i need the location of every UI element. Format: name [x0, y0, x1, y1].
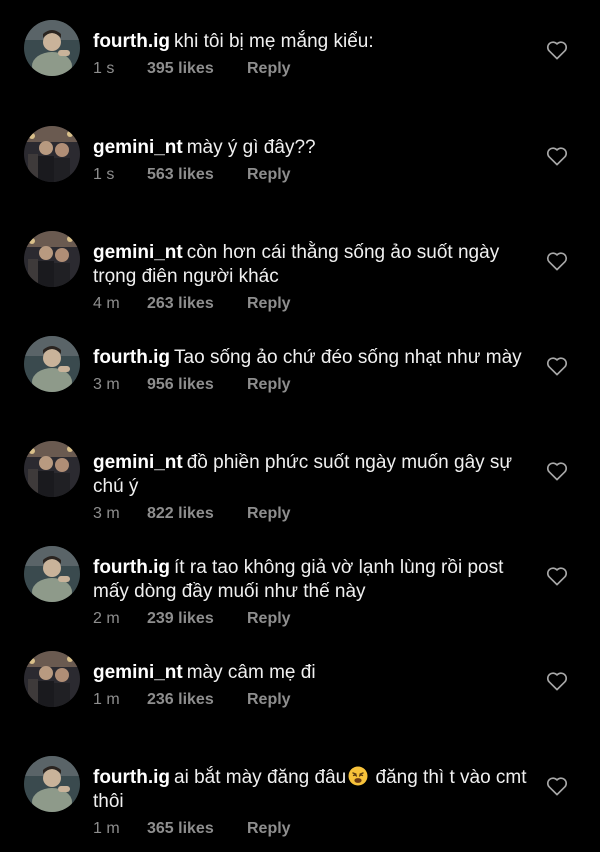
reply-button[interactable]: Reply: [247, 293, 291, 315]
comment-time: 1 m: [93, 820, 120, 837]
likes-count[interactable]: 365 likes: [147, 818, 247, 840]
weary-face-icon: [348, 766, 368, 786]
avatar-fourth[interactable]: [24, 756, 80, 812]
avatar-fourth[interactable]: [24, 336, 80, 392]
username[interactable]: gemini_nt: [93, 137, 183, 158]
username[interactable]: fourth.ig: [93, 31, 170, 52]
likes-count[interactable]: 563 likes: [147, 164, 247, 186]
comment-text: khi tôi bị mẹ mắng kiểu:: [174, 31, 374, 52]
avatar-fourth[interactable]: [24, 20, 80, 76]
heart-icon[interactable]: [546, 461, 568, 481]
comment-text: mày ý gì đây??: [186, 137, 316, 158]
comment-meta: 3 m 822 likes Reply: [93, 503, 533, 525]
comment-body: fourth.ig Tao sống ảo chứ đéo sống nhạt n…: [93, 346, 533, 396]
likes-count[interactable]: 236 likes: [147, 689, 247, 711]
comment-body: gemini_nt đồ phiền phức suốt ngày muốn gâ…: [93, 451, 533, 525]
heart-icon[interactable]: [546, 671, 568, 691]
comment-text-before: ai bắt mày đăng đâu: [174, 767, 347, 788]
likes-count[interactable]: 395 likes: [147, 58, 247, 80]
comment-time: 1 m: [93, 691, 120, 708]
username[interactable]: fourth.ig: [93, 767, 170, 788]
reply-button[interactable]: Reply: [247, 503, 291, 525]
comment-meta: 2 m 239 likes Reply: [93, 608, 533, 630]
heart-icon[interactable]: [546, 776, 568, 796]
comment-body: gemini_nt còn hơn cái thằng sống ảo suốt …: [93, 241, 533, 315]
comment-body: fourth.ig ít ra tao không giả vờ lạnh lùn…: [93, 556, 533, 630]
username[interactable]: gemini_nt: [93, 242, 183, 263]
username[interactable]: gemini_nt: [93, 452, 183, 473]
likes-count[interactable]: 956 likes: [147, 374, 247, 396]
likes-count[interactable]: 263 likes: [147, 293, 247, 315]
comment-body: fourth.ig ai bắt mày đăng đâu đăng thì t …: [93, 766, 533, 840]
comment-body: gemini_nt mày câm mẹ đi 1 m 236 likes Rep…: [93, 661, 533, 711]
avatar-gemini[interactable]: [24, 231, 80, 287]
comment-time: 1 s: [93, 60, 115, 77]
avatar-gemini[interactable]: [24, 126, 80, 182]
avatar-gemini[interactable]: [24, 651, 80, 707]
comment-time: 3 m: [93, 376, 120, 393]
avatar-gemini[interactable]: [24, 441, 80, 497]
comment-time: 1 s: [93, 166, 115, 183]
comment-meta: 1 m 236 likes Reply: [93, 689, 533, 711]
comment-meta: 1 m 365 likes Reply: [93, 818, 533, 840]
reply-button[interactable]: Reply: [247, 164, 291, 186]
likes-count[interactable]: 822 likes: [147, 503, 247, 525]
comment-time: 2 m: [93, 610, 120, 627]
comment-meta: 1 s 563 likes Reply: [93, 164, 533, 186]
comment-time: 4 m: [93, 295, 120, 312]
heart-icon[interactable]: [546, 146, 568, 166]
likes-count[interactable]: 239 likes: [147, 608, 247, 630]
heart-icon[interactable]: [546, 251, 568, 271]
comment-body: fourth.ig khi tôi bị mẹ mắng kiểu: 1 s 39…: [93, 30, 533, 80]
heart-icon[interactable]: [546, 356, 568, 376]
reply-button[interactable]: Reply: [247, 58, 291, 80]
username[interactable]: fourth.ig: [93, 557, 170, 578]
comment-meta: 1 s 395 likes Reply: [93, 58, 533, 80]
heart-icon[interactable]: [546, 566, 568, 586]
heart-icon[interactable]: [546, 40, 568, 60]
username[interactable]: gemini_nt: [93, 662, 183, 683]
reply-button[interactable]: Reply: [247, 374, 291, 396]
comment-meta: 3 m 956 likes Reply: [93, 374, 533, 396]
reply-button[interactable]: Reply: [247, 608, 291, 630]
comment-text: Tao sống ảo chứ đéo sống nhạt như mày: [174, 347, 522, 368]
reply-button[interactable]: Reply: [247, 818, 291, 840]
comment-body: gemini_nt mày ý gì đây?? 1 s 563 likes Re…: [93, 136, 533, 186]
comment-meta: 4 m 263 likes Reply: [93, 293, 533, 315]
comment-text: mày câm mẹ đi: [186, 662, 316, 683]
avatar-fourth[interactable]: [24, 546, 80, 602]
username[interactable]: fourth.ig: [93, 347, 170, 368]
comment-time: 3 m: [93, 505, 120, 522]
reply-button[interactable]: Reply: [247, 689, 291, 711]
